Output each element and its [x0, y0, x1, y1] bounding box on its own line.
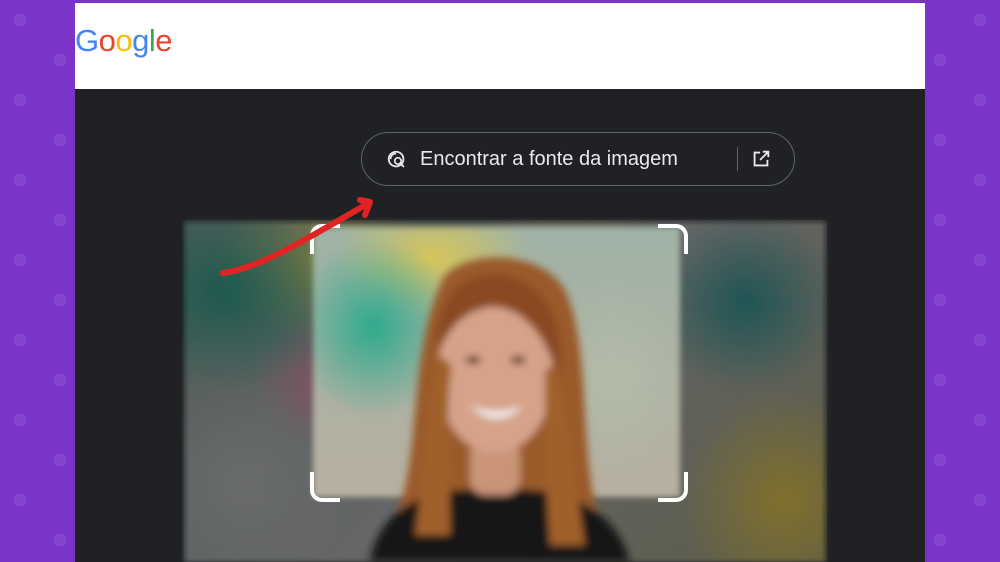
annotation-arrow: [220, 197, 373, 276]
pill-divider: [737, 147, 738, 171]
person-photo: [370, 257, 630, 562]
crop-handle-bottom-right[interactable]: [658, 472, 688, 502]
logo-letter: o: [98, 23, 116, 58]
crop-handle-bottom-left[interactable]: [310, 472, 340, 502]
logo-letter: g: [132, 23, 149, 58]
canvas: Google Encontrar a fonte da imagem: [0, 0, 1000, 562]
logo-letter: G: [75, 23, 99, 58]
crop-handle-top-right[interactable]: [658, 224, 688, 254]
top-bar: Google: [75, 3, 925, 89]
find-image-source-label: Encontrar a fonte da imagem: [420, 148, 678, 170]
open-in-new-icon[interactable]: [750, 148, 772, 170]
google-logo[interactable]: Google: [75, 23, 173, 58]
image-search-icon: [387, 150, 405, 168]
logo-letter: e: [155, 23, 173, 58]
logo-letter: o: [115, 23, 133, 58]
find-image-source-button[interactable]: Encontrar a fonte da imagem: [361, 132, 795, 186]
